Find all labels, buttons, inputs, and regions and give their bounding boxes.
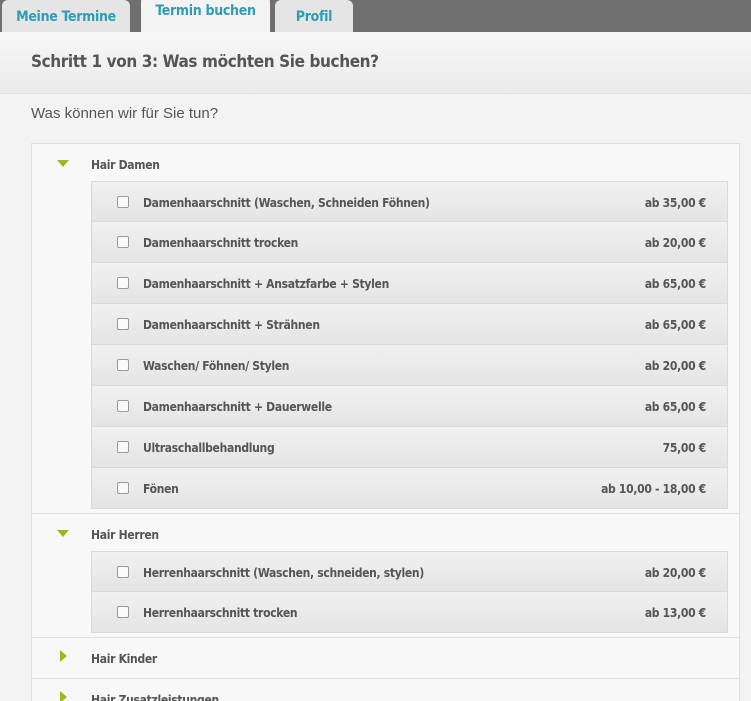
service-row[interactable]: Herrenhaarschnitt trocken ab 13,00 € bbox=[91, 592, 728, 633]
category-label: Hair Kinder bbox=[91, 652, 157, 666]
step-title: Schritt 1 von 3: Was möchten Sie buchen? bbox=[31, 52, 379, 72]
service-price: ab 20,00 € bbox=[644, 359, 706, 373]
collapse-triangle-icon bbox=[57, 530, 69, 537]
tab-meine-termine-label: Meine Termine bbox=[16, 9, 116, 25]
service-checkbox[interactable] bbox=[117, 482, 129, 494]
service-price: ab 20,00 € bbox=[644, 236, 706, 250]
service-row[interactable]: Herrenhaarschnitt (Waschen, schneiden, s… bbox=[91, 551, 728, 592]
service-row[interactable]: Damenhaarschnitt trocken ab 20,00 € bbox=[91, 222, 728, 263]
service-price: ab 20,00 € bbox=[644, 566, 706, 580]
service-price: ab 10,00 - 18,00 € bbox=[601, 482, 706, 496]
category-hair-damen: Hair Damen Damenhaarschnitt (Waschen, Sc… bbox=[31, 143, 740, 514]
booking-panel: Schritt 1 von 3: Was möchten Sie buchen?… bbox=[0, 32, 751, 701]
category-hair-herren-header[interactable]: Hair Herren bbox=[32, 514, 739, 552]
service-name: Damenhaarschnitt + Strähnen bbox=[143, 318, 320, 332]
service-checkbox[interactable] bbox=[117, 318, 129, 330]
service-name: Damenhaarschnitt + Dauerwelle bbox=[143, 400, 332, 414]
service-checkbox[interactable] bbox=[117, 400, 129, 412]
service-price: ab 65,00 € bbox=[644, 277, 706, 291]
service-price: ab 65,00 € bbox=[644, 400, 706, 414]
service-row[interactable]: Damenhaarschnitt + Ansatzfarbe + Stylen … bbox=[91, 263, 728, 304]
service-name: Damenhaarschnitt + Ansatzfarbe + Stylen bbox=[143, 277, 389, 291]
question-text: Was können wir für Sie tun? bbox=[31, 105, 219, 122]
tab-termin-buchen-label: Termin buchen bbox=[155, 3, 256, 19]
service-checkbox[interactable] bbox=[117, 196, 129, 208]
service-name: Herrenhaarschnitt trocken bbox=[143, 606, 298, 620]
service-list: Damenhaarschnitt (Waschen, Schneiden Föh… bbox=[91, 181, 728, 509]
tab-termin-buchen[interactable]: Termin buchen bbox=[141, 0, 270, 34]
service-row[interactable]: Ultraschallbehandlung 75,00 € bbox=[91, 427, 728, 468]
service-checkbox[interactable] bbox=[117, 236, 129, 248]
category-hair-zusatzleistungen[interactable]: Hair Zusatzleistungen bbox=[31, 678, 740, 701]
service-checkbox[interactable] bbox=[117, 359, 129, 371]
category-hair-kinder[interactable]: Hair Kinder bbox=[31, 637, 740, 679]
category-label: Hair Damen bbox=[91, 158, 160, 172]
service-checkbox[interactable] bbox=[117, 606, 129, 618]
service-name: Damenhaarschnitt (Waschen, Schneiden Föh… bbox=[143, 196, 430, 210]
service-row[interactable]: Fönen ab 10,00 - 18,00 € bbox=[91, 468, 728, 509]
service-row[interactable]: Damenhaarschnitt + Dauerwelle ab 65,00 € bbox=[91, 386, 728, 427]
category-hair-damen-header[interactable]: Hair Damen bbox=[32, 144, 739, 182]
service-name: Ultraschallbehandlung bbox=[143, 441, 275, 455]
tab-meine-termine[interactable]: Meine Termine bbox=[2, 0, 130, 32]
service-checkbox[interactable] bbox=[117, 441, 129, 453]
category-label: Hair Zusatzleistungen bbox=[91, 693, 219, 701]
expand-triangle-icon bbox=[60, 650, 67, 662]
tab-profil[interactable]: Profil bbox=[275, 0, 353, 32]
service-list: Herrenhaarschnitt (Waschen, schneiden, s… bbox=[91, 551, 728, 633]
expand-triangle-icon bbox=[60, 691, 67, 701]
collapse-triangle-icon bbox=[57, 160, 69, 167]
service-checkbox[interactable] bbox=[117, 566, 129, 578]
category-label: Hair Herren bbox=[91, 528, 159, 542]
service-price: ab 65,00 € bbox=[644, 318, 706, 332]
step-header: Schritt 1 von 3: Was möchten Sie buchen? bbox=[0, 32, 751, 94]
service-name: Fönen bbox=[143, 482, 179, 496]
category-hair-herren: Hair Herren Herrenhaarschnitt (Waschen, … bbox=[31, 513, 740, 638]
service-row[interactable]: Damenhaarschnitt + Strähnen ab 65,00 € bbox=[91, 304, 728, 345]
service-name: Waschen/ Föhnen/ Stylen bbox=[143, 359, 290, 373]
service-name: Herrenhaarschnitt (Waschen, schneiden, s… bbox=[143, 566, 424, 580]
service-price: ab 35,00 € bbox=[644, 196, 706, 210]
service-price: 75,00 € bbox=[662, 441, 707, 455]
tab-profil-label: Profil bbox=[295, 9, 333, 25]
service-row[interactable]: Waschen/ Föhnen/ Stylen ab 20,00 € bbox=[91, 345, 728, 386]
service-row[interactable]: Damenhaarschnitt (Waschen, Schneiden Föh… bbox=[91, 181, 728, 222]
service-price: ab 13,00 € bbox=[644, 606, 706, 620]
tab-bar: Meine Termine Termin buchen Profil bbox=[0, 0, 751, 34]
service-name: Damenhaarschnitt trocken bbox=[143, 236, 299, 250]
service-checkbox[interactable] bbox=[117, 277, 129, 289]
